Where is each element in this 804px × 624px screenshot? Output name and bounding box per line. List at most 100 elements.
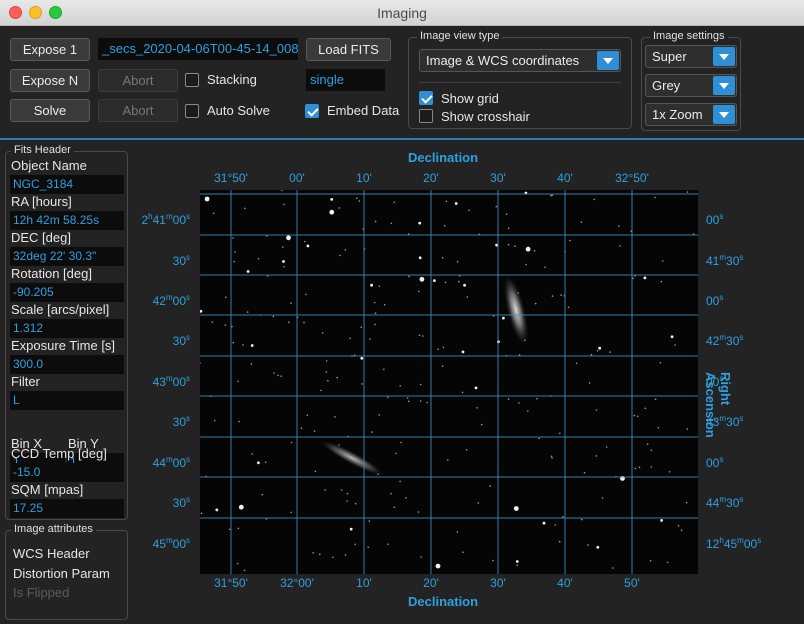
fits-field-value: NGC_3184 (10, 175, 124, 194)
star (595, 409, 598, 411)
color-select[interactable]: Grey (645, 74, 737, 97)
stacking-checkbox[interactable] (185, 73, 199, 87)
right-axis-tick-label: 00s (706, 374, 724, 389)
star (419, 276, 425, 282)
star (306, 244, 310, 248)
star (417, 511, 420, 513)
bottom-axis-tick-label: 32°00' (280, 576, 314, 590)
star (325, 360, 328, 362)
star (261, 493, 264, 496)
stack-mode-field[interactable]: single (306, 69, 385, 91)
zoom-value: 1x Zoom (652, 107, 703, 122)
star (559, 432, 561, 435)
show-crosshair-checkbox[interactable] (419, 109, 433, 123)
left-axis-tick-label: 30s (172, 253, 190, 268)
star (632, 277, 634, 280)
star (447, 459, 449, 461)
embed-data-checkbox[interactable] (305, 104, 319, 118)
star-image[interactable] (200, 190, 698, 574)
star (660, 280, 663, 283)
star (454, 202, 458, 205)
star (533, 249, 536, 252)
star (437, 348, 439, 350)
star (444, 281, 447, 284)
star (646, 443, 649, 445)
chevron-down-icon (713, 47, 735, 66)
star (534, 302, 537, 305)
star (400, 441, 402, 444)
star (507, 398, 510, 400)
star (507, 243, 510, 246)
galaxy-small (320, 440, 384, 476)
star (670, 335, 674, 339)
fits-field-value: 300.0 (10, 355, 124, 374)
star (320, 389, 322, 392)
fits-field-label: RA [hours] (11, 194, 72, 209)
show-grid-checkbox[interactable] (419, 91, 433, 105)
star (232, 341, 234, 344)
fits-field-label: DEC [deg] (11, 230, 71, 245)
star (368, 520, 371, 522)
star (551, 295, 554, 297)
stacking-label: Stacking (207, 72, 257, 87)
star (598, 346, 602, 350)
star (346, 492, 349, 495)
star (354, 543, 356, 546)
star (466, 296, 469, 298)
star (461, 391, 464, 394)
star (304, 240, 306, 243)
star (212, 212, 215, 215)
star (305, 293, 307, 296)
star-field-svg (200, 190, 698, 574)
filename-field[interactable]: _secs_2020-04-06T00-45-14_008 (98, 38, 298, 60)
top-axis-tick-label: 10' (356, 171, 372, 185)
image-view-type-title: Image view type (417, 30, 503, 42)
star (609, 351, 611, 353)
star (618, 225, 620, 227)
star (281, 190, 283, 192)
star (442, 346, 445, 349)
stretch-select[interactable]: Super (645, 45, 737, 68)
right-axis-tick-label: 42m30s (706, 333, 744, 348)
star (505, 213, 508, 215)
expose-n-button[interactable]: Expose N (10, 69, 90, 92)
star (643, 276, 647, 280)
fits-field-label: Filter (11, 374, 40, 389)
star (476, 407, 478, 409)
star (495, 205, 498, 208)
star (601, 497, 604, 499)
star (314, 470, 317, 473)
star (336, 376, 338, 379)
star (234, 251, 236, 253)
star (406, 397, 409, 399)
load-fits-button[interactable]: Load FITS (306, 38, 391, 61)
show-grid-label: Show grid (441, 91, 499, 106)
star (575, 362, 578, 365)
star (371, 431, 373, 433)
top-axis-tick-label: 32°50' (615, 171, 649, 185)
star (441, 256, 444, 259)
view-type-select[interactable]: Image & WCS coordinates (419, 49, 621, 72)
zoom-select[interactable]: 1x Zoom (645, 103, 737, 126)
bottom-axis-tick-label: 50' (624, 576, 640, 590)
star (593, 198, 595, 201)
abort-expose-button[interactable]: Abort (98, 69, 178, 92)
star (507, 227, 510, 229)
star (378, 414, 380, 416)
top-axis-tick-label: 00' (289, 171, 305, 185)
star (325, 371, 328, 373)
star (638, 466, 641, 469)
star (588, 382, 591, 384)
expose-1-button[interactable]: Expose 1 (10, 38, 90, 61)
star (516, 564, 518, 566)
abort-solve-button[interactable]: Abort (98, 99, 178, 122)
star (514, 245, 516, 247)
auto-solve-checkbox[interactable] (185, 104, 199, 118)
imaging-window: Expose 1 Expose N Solve _secs_2020-04-06… (0, 26, 804, 624)
is-flipped-attr: Is Flipped (13, 585, 70, 600)
star (418, 256, 422, 260)
star (596, 350, 599, 352)
star (525, 263, 527, 266)
right-axis-tick-label: 44m30s (706, 495, 744, 510)
solve-button[interactable]: Solve (10, 99, 90, 122)
